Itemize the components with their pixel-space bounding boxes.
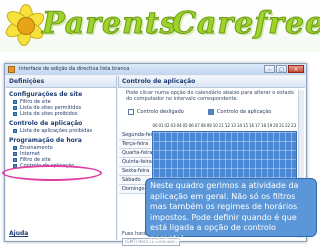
filter-icon xyxy=(13,158,17,162)
window-title: Interface de edição da directiva lista b… xyxy=(19,66,130,72)
brand-name-part2: Carefree xyxy=(171,6,320,42)
nav-forbidden-apps[interactable]: Lista de aplicações proibidas xyxy=(9,128,116,134)
nav-label: Lista de sites proibidos xyxy=(20,111,78,117)
legend-control-on: Controlo da aplicação xyxy=(208,109,271,115)
legend-label-off: Controlo desligado xyxy=(137,109,184,115)
app-icon xyxy=(8,66,15,73)
group-site-settings: Configurações de site Filtro de site Lis… xyxy=(6,91,116,117)
maximize-button[interactable]: □ xyxy=(276,65,287,73)
group-title-application-control: Controlo de aplicação xyxy=(9,120,83,127)
legend-label-on: Controlo da aplicação xyxy=(217,109,272,115)
legend-swatch-off xyxy=(128,109,134,115)
day-tuesday: Terça-feira xyxy=(119,140,151,149)
highlight-ellipse xyxy=(2,165,102,181)
application-control-header: Controlo de aplicação xyxy=(118,76,305,88)
day-monday: Segunda-feira xyxy=(119,131,157,140)
title-bar[interactable]: Interface de edição da directiva lista b… xyxy=(5,64,306,75)
list-icon xyxy=(13,106,17,110)
filter-icon xyxy=(13,100,17,104)
legend-control-off: Controlo desligado xyxy=(128,109,184,115)
help-link[interactable]: Ajuda xyxy=(9,230,28,237)
close-button[interactable]: ✕ xyxy=(288,65,304,73)
window-controls: – □ ✕ xyxy=(264,65,304,73)
brand-name-part1: Parents xyxy=(42,6,178,42)
minimize-button[interactable]: – xyxy=(264,65,275,73)
day-thursday: Quinta-feira xyxy=(119,158,152,167)
group-application-control: Controlo de aplicação Lista de aplicaçõe… xyxy=(6,120,116,134)
list-icon xyxy=(13,129,17,133)
legend-swatch-on xyxy=(208,109,214,115)
hour-label: 23 xyxy=(291,123,297,128)
group-title-time-schedule: Programação de hora xyxy=(9,137,82,144)
list-icon xyxy=(13,112,17,116)
hour-header: 00 01 02 03 04 05 06 07 08 09 10 11 12 1… xyxy=(152,122,297,129)
day-wednesday: Quarta-feira xyxy=(119,149,152,158)
settings-panel: Definições Configurações de site Filtro … xyxy=(6,76,117,240)
group-title-site-settings: Configurações de site xyxy=(9,91,83,98)
nav-forbidden-sites[interactable]: Lista de sites proibidos xyxy=(9,111,116,117)
globe-icon xyxy=(13,152,17,156)
nav-label: Lista de aplicações proibidas xyxy=(20,128,93,134)
instruction-text: Pode clicar numa opção do calendário aba… xyxy=(126,90,294,102)
day-friday: Sexta-feira xyxy=(119,167,151,176)
settings-header: Definições xyxy=(6,76,116,88)
brand-banner: Parents Carefree xyxy=(0,0,320,52)
explanation-callout: Neste quadro gerimos a atividade da apli… xyxy=(145,178,317,243)
clock-icon xyxy=(13,146,17,150)
